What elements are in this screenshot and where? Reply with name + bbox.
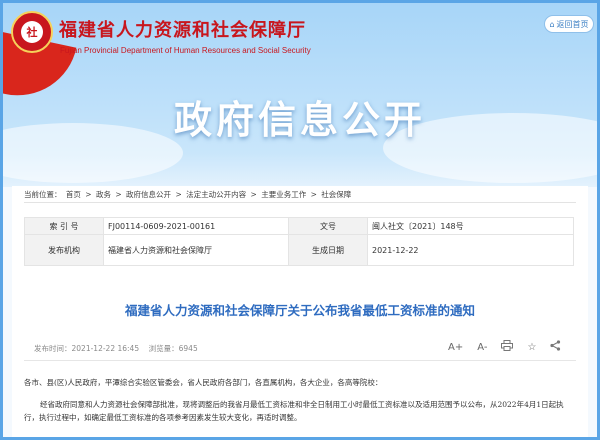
breadcrumb-item[interactable]: 主要业务工作 [261, 190, 306, 199]
index-number-key: 索 引 号 [24, 217, 104, 235]
home-icon: ⌂ [549, 19, 555, 29]
breadcrumb-separator: > [115, 190, 122, 199]
breadcrumb-separator: > [175, 190, 182, 199]
site-name-cn[interactable]: 福建省人力资源和社会保障厅 [59, 16, 306, 42]
breadcrumb-separator: > [250, 190, 257, 199]
article-info: 发布时间：2021-12-22 16:45 浏览量：6945 [34, 343, 198, 354]
breadcrumb-separator: > [85, 190, 92, 199]
views-count: 6945 [178, 344, 198, 353]
breadcrumb-item[interactable]: 社会保障 [321, 190, 351, 199]
breadcrumb-item[interactable]: 法定主动公开内容 [186, 190, 246, 199]
article-paragraph: 经省政府同意和人力资源社会保障部批准，现将调整后的我省月最低工资标准和非全日制用… [24, 400, 564, 422]
doc-number-value: 闽人社文〔2021〕148号 [367, 217, 574, 235]
home-button-label: 返回首页 [556, 19, 589, 29]
share-icon[interactable] [550, 340, 561, 354]
banner-title: 政府信息公开 [173, 98, 426, 142]
doc-number-key: 文号 [288, 217, 368, 235]
font-larger-button[interactable]: A+ [448, 342, 463, 353]
publish-time-label: 发布时间： [34, 344, 72, 353]
logo-emblem[interactable]: 社 [11, 11, 53, 53]
document-meta-table: 索 引 号 FJ00114-0609-2021-00161 文号 闽人社文〔20… [24, 217, 574, 266]
page-frame: 社 福建省人力资源和社会保障厅 Fujian Provincial Depart… [0, 0, 600, 440]
article-paragraph: 各市、县(区)人民政府，平潭综合实验区管委会，省人民政府各部门，各直属机构，各大… [24, 378, 383, 387]
table-row: 索 引 号 FJ00114-0609-2021-00161 文号 闽人社文〔20… [24, 217, 574, 235]
breadcrumb: 当前位置： 首页 > 政务 > 政府信息公开 > 法定主动公开内容 > 主要业务… [24, 189, 353, 200]
font-smaller-button[interactable]: A- [477, 342, 487, 353]
index-number-value: FJ00114-0609-2021-00161 [103, 217, 289, 235]
issuer-value: 福建省人力资源和社会保障厅 [103, 234, 289, 266]
breadcrumb-item[interactable]: 首页 [66, 190, 81, 199]
publish-time: 2021-12-22 16:45 [71, 344, 140, 353]
breadcrumb-item[interactable]: 政务 [96, 190, 111, 199]
breadcrumb-item[interactable]: 政府信息公开 [126, 190, 171, 199]
print-icon[interactable] [501, 340, 514, 354]
table-row: 发布机构 福建省人力资源和社会保障厅 生成日期 2021-12-22 [24, 234, 574, 266]
divider [24, 360, 576, 361]
article-title: 福建省人力资源和社会保障厅关于公布我省最低工资标准的通知 [124, 303, 475, 318]
favorite-icon[interactable]: ☆ [527, 342, 536, 353]
divider [24, 202, 576, 203]
content-panel: 当前位置： 首页 > 政务 > 政府信息公开 > 法定主动公开内容 > 主要业务… [12, 186, 588, 437]
site-name-en: Fujian Provincial Department of Human Re… [60, 46, 311, 55]
date-key: 生成日期 [288, 234, 368, 266]
breadcrumb-separator: > [310, 190, 317, 199]
article-tools: A+ A- ☆ [448, 340, 561, 354]
home-button[interactable]: ⌂ 返回首页 [544, 15, 594, 33]
logo-emblem-text: 社 [21, 21, 43, 43]
issuer-key: 发布机构 [24, 234, 104, 266]
views-label: 浏览量： [148, 344, 179, 353]
date-value: 2021-12-22 [367, 234, 574, 266]
breadcrumb-label: 当前位置： [24, 190, 62, 199]
